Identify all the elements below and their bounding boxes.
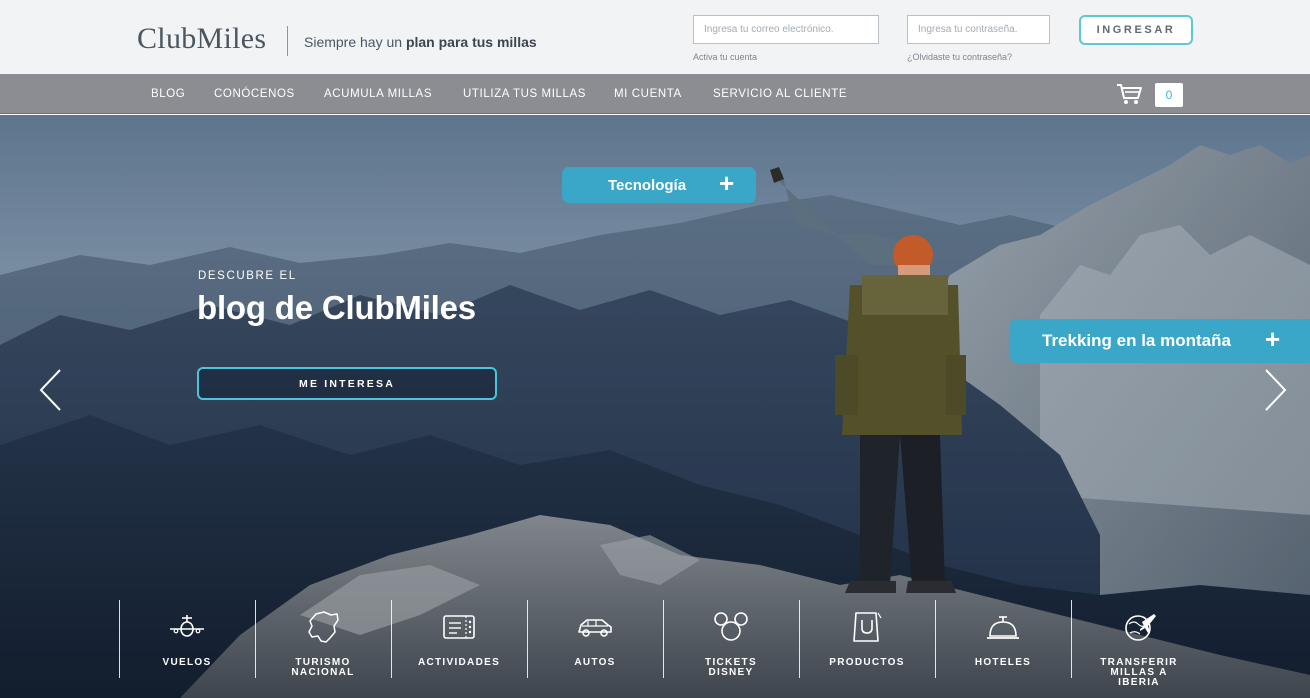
category-label: TURISMO NACIONAL [291, 657, 355, 678]
category-label: VUELOS [162, 657, 212, 668]
category-transferir-iberia[interactable]: TRANSFERIR MILLAS A IBERIA [1071, 600, 1207, 698]
category-label: AUTOS [574, 657, 616, 668]
category-actividades[interactable]: ACTIVIDADES [391, 600, 527, 698]
nav-item-blog[interactable]: BLOG [151, 88, 185, 100]
nav-item-mi-cuenta[interactable]: MI CUENTA [614, 88, 682, 100]
password-field[interactable] [907, 15, 1050, 44]
top-header: ClubMiles Siempre hay un plan para tus m… [0, 0, 1310, 74]
tagline-bold: plan para tus millas [405, 34, 537, 50]
ecuador-map-icon [308, 611, 339, 643]
me-interesa-button[interactable]: ME INTERESA [197, 367, 497, 400]
car-icon [578, 619, 612, 637]
activate-account-link[interactable]: Activa tu cuenta [693, 52, 757, 62]
login-button[interactable]: INGRESAR [1079, 15, 1193, 45]
category-hoteles[interactable]: HOTELES [935, 600, 1071, 698]
plus-icon: + [719, 168, 735, 198]
chevron-right-icon[interactable] [1264, 368, 1288, 412]
category-label: ACTIVIDADES [417, 657, 501, 668]
ticket-icon [443, 615, 475, 639]
service-bell-icon [987, 616, 1019, 639]
nav-item-utiliza-millas[interactable]: UTILIZA TUS MILLAS [463, 88, 586, 100]
tagline: Siempre hay un plan para tus millas [304, 34, 537, 50]
shopping-bag-icon [853, 612, 882, 642]
nav-item-servicio-cliente[interactable]: SERVICIO AL CLIENTE [713, 88, 847, 100]
hotspot-tecnologia[interactable]: Tecnología + [562, 167, 756, 203]
forgot-password-link[interactable]: ¿Olvidaste tu contraseña? [907, 52, 1012, 62]
category-vuelos[interactable]: VUELOS [119, 600, 255, 698]
email-field[interactable] [693, 15, 879, 44]
hotspot-label: Trekking en la montaña [1042, 331, 1231, 350]
category-productos[interactable]: PRODUCTOS [799, 600, 935, 698]
hero-title: blog de ClubMiles [197, 289, 476, 326]
airplane-icon [170, 615, 204, 637]
chevron-left-icon[interactable] [38, 368, 62, 412]
category-label: PRODUCTOS [829, 657, 905, 668]
plus-icon: + [1265, 324, 1281, 354]
globe-plane-icon [1125, 614, 1156, 641]
tagline-prefix: Siempre hay un [304, 34, 406, 50]
category-label: HOTELES [974, 657, 1032, 668]
logo-divider [287, 26, 288, 56]
nav-item-acumula-millas[interactable]: ACUMULA MILLAS [324, 88, 432, 100]
category-tickets-disney[interactable]: TICKETS DISNEY [663, 600, 799, 698]
main-nav: BLOG CONÓCENOS ACUMULA MILLAS UTILIZA TU… [0, 74, 1310, 114]
category-turismo-nacional[interactable]: TURISMO NACIONAL [255, 600, 391, 698]
cart-count-badge[interactable]: 0 [1155, 83, 1183, 107]
category-label: TRANSFERIR MILLAS A IBERIA [1100, 657, 1178, 688]
category-autos[interactable]: AUTOS [527, 600, 663, 698]
clubmiles-logo[interactable]: ClubMiles [137, 22, 266, 56]
nav-item-conocenos[interactable]: CONÓCENOS [214, 88, 295, 100]
hotspot-label: Tecnología [608, 176, 687, 194]
hero-slider: DESCUBRE EL blog de ClubMiles ME INTERES… [0, 115, 1310, 698]
hero-kicker: DESCUBRE EL [198, 270, 297, 282]
shopping-cart-icon[interactable] [1115, 82, 1143, 106]
mickey-ears-icon [714, 612, 748, 641]
category-label: TICKETS DISNEY [705, 657, 757, 678]
hotspot-trekking[interactable]: Trekking en la montaña + [1010, 319, 1310, 363]
